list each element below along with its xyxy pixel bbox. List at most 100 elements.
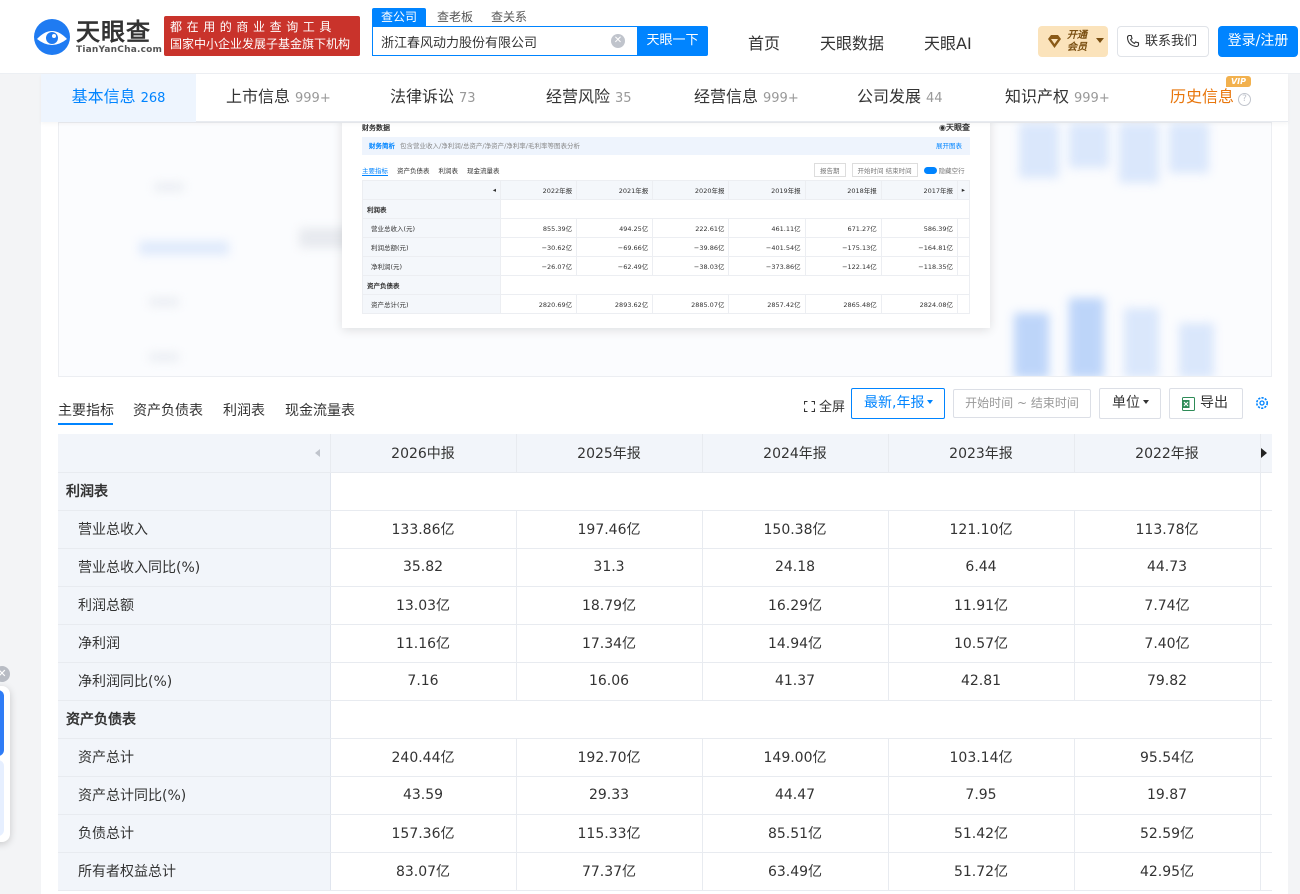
- gear-icon[interactable]: [1255, 396, 1269, 410]
- vip-tag: VIP: [1226, 76, 1251, 87]
- thumb-tab: 主要指标: [362, 167, 388, 176]
- floating-side-widget[interactable]: [0, 686, 10, 842]
- scroll-right-button[interactable]: [1260, 434, 1272, 473]
- thumb-row-label: 利润总额(元): [362, 237, 501, 257]
- table-cell: 24.18: [702, 548, 889, 587]
- thumb-tabs: 主要指标 资产负债表 利润表 现金流量表: [362, 165, 509, 176]
- nav-home[interactable]: 首页: [748, 30, 780, 54]
- thumb-cell: 2857.42亿: [728, 294, 806, 314]
- table-cell: 10.57亿: [888, 624, 1075, 663]
- table-cell: 197.46亿: [516, 510, 703, 549]
- thumb-row-label: 营业总收入(元): [362, 218, 501, 238]
- table-cell: 157.36亿: [330, 814, 517, 853]
- thumb-start: 开始时间: [857, 167, 884, 175]
- export-button[interactable]: 导出: [1169, 388, 1243, 419]
- subtab-cash-flow[interactable]: 现金流量表: [285, 400, 355, 420]
- nav-tianyan-data[interactable]: 天眼数据: [820, 30, 884, 54]
- subtab-key-indicators[interactable]: 主要指标: [58, 400, 114, 420]
- clear-icon[interactable]: ✕: [611, 34, 625, 48]
- table-cell: 17.34亿: [516, 624, 703, 663]
- table-cell: 77.37亿: [516, 852, 703, 891]
- logo-name-en: TianYanCha.com: [76, 45, 163, 55]
- contact-us-button[interactable]: 联系我们: [1117, 26, 1209, 57]
- table-cell: 51.42亿: [888, 814, 1075, 853]
- tab-business-info[interactable]: 经营信息 999+: [694, 74, 799, 122]
- table-cell: 103.14亿: [888, 738, 1075, 777]
- thumb-cell: 2893.62亿: [576, 294, 654, 314]
- search-tab-boss[interactable]: 查老板: [437, 8, 473, 26]
- table-cell: 85.51亿: [702, 814, 889, 853]
- table-row: 营业总收入 133.86亿 197.46亿 150.38亿 121.10亿 113.78亿: [58, 510, 1272, 549]
- table-cell: 7.74亿: [1074, 586, 1261, 625]
- tab-legal-litigation-label: 法律诉讼: [390, 87, 455, 106]
- tab-listing-info[interactable]: 上市信息 999+: [226, 74, 331, 122]
- table-cell: 51.72亿: [888, 852, 1075, 891]
- thumb-table: ◂ 2022年报 2021年报 2020年报 2019年报 2018年报 2017年报 ▸ 利润…: [362, 180, 970, 314]
- thumb-cell: 671.27亿: [804, 218, 882, 238]
- fullscreen-button[interactable]: 全屏: [804, 396, 845, 415]
- thumb-title: 财务数据: [362, 124, 390, 132]
- table-cell: 18.79亿: [516, 586, 703, 625]
- close-icon[interactable]: ✕: [0, 666, 10, 682]
- scroll-left-button[interactable]: [58, 434, 331, 473]
- tab-basic-info[interactable]: 基本信息 268: [41, 74, 196, 122]
- search-tab-company[interactable]: 查公司: [372, 8, 427, 26]
- date-range-picker[interactable]: 开始时间 ~ 结束时间: [953, 389, 1091, 418]
- nav-tianyan-ai[interactable]: 天眼AI: [924, 30, 972, 54]
- slogan-line-1: 都在用的商业查询工具: [170, 20, 337, 34]
- floating-widget-top: [0, 690, 4, 756]
- thumb-row-label: 资产总计(元): [362, 294, 501, 314]
- section-title: 资产负债表: [58, 700, 331, 739]
- login-register-button[interactable]: 登录/注册: [1218, 26, 1298, 57]
- table-cell: 6.44: [888, 548, 1075, 587]
- table-row: 负债总计 157.36亿 115.33亿 85.51亿 51.42亿 52.59亿: [58, 814, 1272, 853]
- period-select[interactable]: 最新,年报: [851, 388, 945, 419]
- chevron-down-icon: [1143, 400, 1149, 404]
- tab-company-development[interactable]: 公司发展 44: [857, 74, 943, 122]
- table-cell: 7.16: [330, 662, 517, 701]
- vip-label-line-2: 会员: [1067, 42, 1087, 53]
- row-edge: [1260, 738, 1272, 777]
- tab-intellectual-property[interactable]: 知识产权 999+: [1005, 74, 1110, 122]
- top-header: 天眼查 TianYanCha.com 都在用的商业查询工具 国家中小企业发展子基…: [0, 0, 1300, 74]
- logo-name-cn: 天眼查: [76, 18, 151, 46]
- thumb-year: 2022年报: [499, 180, 578, 200]
- row-edge: [1260, 586, 1272, 625]
- row-label: 营业总收入同比(%): [58, 548, 331, 587]
- subtab-balance-sheet[interactable]: 资产负债表: [133, 400, 203, 420]
- tab-business-risk[interactable]: 经营风险 35: [546, 74, 632, 122]
- table-cell: 29.33: [516, 776, 703, 815]
- thumb-row: 利润总额(元) −30.62亿 −69.66亿 −39.86亿 −401.54亿 −175…: [362, 237, 970, 257]
- thumb-cell: −175.13亿: [804, 237, 882, 257]
- help-icon[interactable]: ?: [1238, 93, 1252, 106]
- subtab-income-statement[interactable]: 利润表: [223, 400, 265, 420]
- open-vip-button[interactable]: 开通 会员: [1038, 26, 1108, 57]
- thumb-row: 资产总计(元) 2820.69亿 2893.62亿 2885.07亿 2857.42亿 2…: [362, 294, 970, 314]
- tab-history-info-label: 历史信息: [1170, 87, 1235, 106]
- tab-company-development-label: 公司发展: [857, 87, 922, 106]
- tab-listing-info-count: 999+: [295, 91, 331, 106]
- row-edge: [1260, 814, 1272, 853]
- tab-legal-litigation[interactable]: 法律诉讼 73: [390, 74, 476, 122]
- search-tab-relation[interactable]: 查关系: [491, 8, 527, 26]
- table-cell: 43.59: [330, 776, 517, 815]
- column-header: 2022年报: [1074, 434, 1261, 473]
- table-cell: 83.07亿: [330, 852, 517, 891]
- tianyancha-logo[interactable]: 天眼查 TianYanCha.com: [32, 17, 162, 57]
- table-row: 资产总计 240.44亿 192.70亿 149.00亿 103.14亿 95.54亿: [58, 738, 1272, 777]
- table-cell: 41.37: [702, 662, 889, 701]
- thumb-cell: −30.62亿: [499, 237, 578, 257]
- search-button[interactable]: 天眼一下: [637, 26, 708, 56]
- tab-intellectual-property-count: 999+: [1074, 91, 1110, 106]
- thumb-logo-text: 天眼查: [946, 123, 970, 132]
- thumb-fill: [500, 275, 970, 295]
- tab-basic-info-label: 基本信息: [71, 87, 136, 106]
- search-input[interactable]: [373, 27, 605, 55]
- table-row: 利润总额 13.03亿 18.79亿 16.29亿 11.91亿 7.74亿: [58, 586, 1272, 625]
- thumb-section-row: 资产负债表: [362, 275, 970, 295]
- excel-icon: [1182, 397, 1195, 411]
- thumb-toggle-label: 隐藏空行: [938, 167, 965, 175]
- table-cell: 16.29亿: [702, 586, 889, 625]
- unit-select[interactable]: 单位: [1099, 388, 1161, 419]
- thumb-cell: −118.35亿: [880, 256, 959, 276]
